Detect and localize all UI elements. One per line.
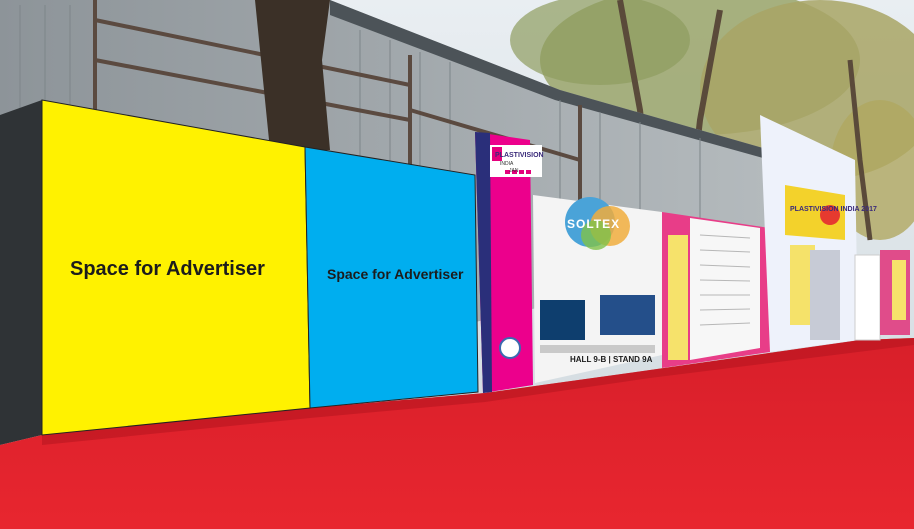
soltex-hall-text: HALL 9-B | STAND 9A — [570, 355, 653, 364]
soltex-brand-text: SOLTEX — [567, 217, 621, 231]
left-dark-wall — [0, 100, 42, 445]
pillar-logo-text: PLASTIVISION — [495, 152, 544, 159]
pillar-logo-date: JAN — [509, 168, 519, 174]
pillar-logo-sub: INDIA — [500, 161, 514, 167]
notice-board — [662, 212, 770, 368]
left-billboard-label: Space for Advertiser — [70, 258, 265, 280]
right-banner-text: PLASTIVISION INDIA 2017 — [790, 206, 877, 213]
middle-billboard-label: Space for Advertiser — [327, 266, 464, 282]
